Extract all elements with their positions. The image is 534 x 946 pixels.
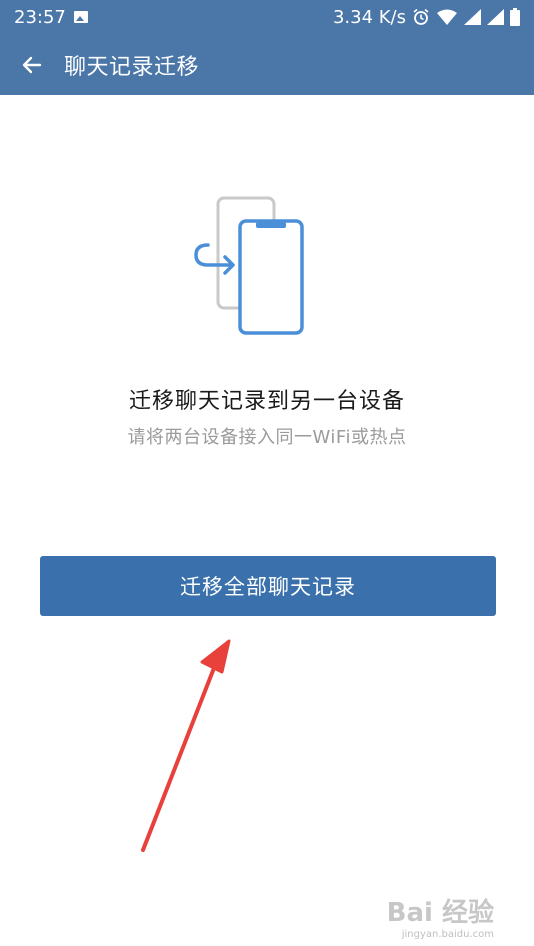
signal-icon — [487, 9, 504, 25]
back-arrow-icon — [22, 56, 42, 73]
image-icon — [73, 11, 88, 23]
page-title: 聊天记录迁移 — [64, 54, 200, 80]
annotation-arrow — [141, 639, 231, 852]
migration-title: 迁移聊天记录到另一台设备 — [128, 389, 405, 414]
status-time: 23:57 — [14, 6, 66, 28]
app-bar: 聊天记录迁移 — [0, 34, 534, 95]
status-bar-right: 3.34 K/s — [333, 7, 520, 28]
phone-transfer-icon — [194, 196, 304, 335]
wifi-icon — [437, 9, 457, 25]
migration-subtitle: 请将两台设备接入同一WiFi或热点 — [127, 427, 407, 448]
watermark-logo: Bai 经验 — [386, 898, 494, 928]
battery-icon — [510, 8, 520, 26]
signal-icon — [464, 9, 481, 25]
migrate-all-button[interactable]: 迁移全部聊天记录 — [40, 556, 496, 616]
back-button[interactable] — [0, 34, 64, 95]
watermark-url: jingyan.baidu.com — [401, 929, 494, 940]
alarm-icon — [413, 8, 429, 25]
status-bar: 23:57 3.34 K/s — [0, 0, 534, 34]
watermark: Bai 经验 jingyan.baidu.com — [387, 892, 494, 940]
status-bar-left: 23:57 — [14, 7, 88, 28]
network-speed: 3.34 K/s — [332, 6, 406, 28]
